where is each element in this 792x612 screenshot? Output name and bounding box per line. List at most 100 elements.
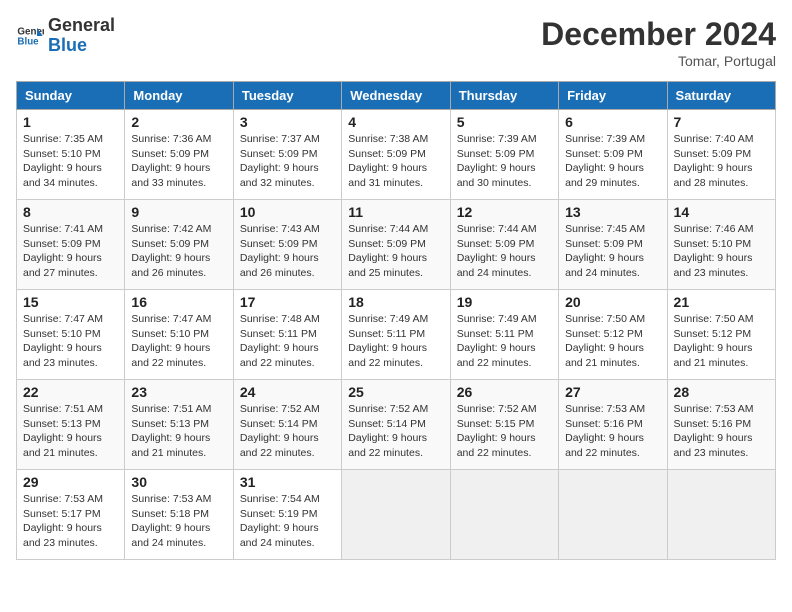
day-info: Sunrise: 7:49 AM Sunset: 5:11 PM Dayligh… <box>457 312 552 371</box>
sunrise-label: Sunrise: 7:39 AM <box>565 133 645 145</box>
sunset-label: Sunset: 5:09 PM <box>23 238 101 250</box>
sunrise-label: Sunrise: 7:53 AM <box>674 403 754 415</box>
sunset-label: Sunset: 5:18 PM <box>131 508 209 520</box>
week-row-4: 22 Sunrise: 7:51 AM Sunset: 5:13 PM Dayl… <box>17 380 776 470</box>
logo-icon: General Blue <box>16 22 44 50</box>
day-cell-6: 6 Sunrise: 7:39 AM Sunset: 5:09 PM Dayli… <box>559 110 667 200</box>
sunset-label: Sunset: 5:09 PM <box>348 148 426 160</box>
daylight-label: Daylight: 9 hours and 24 minutes. <box>131 522 210 549</box>
daylight-label: Daylight: 9 hours and 22 minutes. <box>131 342 210 369</box>
sunset-label: Sunset: 5:14 PM <box>240 418 318 430</box>
sunrise-label: Sunrise: 7:41 AM <box>23 223 103 235</box>
day-number: 9 <box>131 204 226 220</box>
daylight-label: Daylight: 9 hours and 21 minutes. <box>565 342 644 369</box>
day-number: 14 <box>674 204 769 220</box>
day-info: Sunrise: 7:38 AM Sunset: 5:09 PM Dayligh… <box>348 132 443 191</box>
day-info: Sunrise: 7:42 AM Sunset: 5:09 PM Dayligh… <box>131 222 226 281</box>
day-number: 27 <box>565 384 660 400</box>
day-cell-21: 21 Sunrise: 7:50 AM Sunset: 5:12 PM Dayl… <box>667 290 775 380</box>
day-cell-11: 11 Sunrise: 7:44 AM Sunset: 5:09 PM Dayl… <box>342 200 450 290</box>
day-number: 17 <box>240 294 335 310</box>
daylight-label: Daylight: 9 hours and 22 minutes. <box>457 432 536 459</box>
day-number: 21 <box>674 294 769 310</box>
day-info: Sunrise: 7:53 AM Sunset: 5:16 PM Dayligh… <box>674 402 769 461</box>
day-info: Sunrise: 7:43 AM Sunset: 5:09 PM Dayligh… <box>240 222 335 281</box>
day-cell-16: 16 Sunrise: 7:47 AM Sunset: 5:10 PM Dayl… <box>125 290 233 380</box>
day-cell-4: 4 Sunrise: 7:38 AM Sunset: 5:09 PM Dayli… <box>342 110 450 200</box>
week-row-5: 29 Sunrise: 7:53 AM Sunset: 5:17 PM Dayl… <box>17 470 776 560</box>
sunset-label: Sunset: 5:10 PM <box>23 148 101 160</box>
day-info: Sunrise: 7:46 AM Sunset: 5:10 PM Dayligh… <box>674 222 769 281</box>
day-info: Sunrise: 7:41 AM Sunset: 5:09 PM Dayligh… <box>23 222 118 281</box>
sunrise-label: Sunrise: 7:54 AM <box>240 493 320 505</box>
day-cell-28: 28 Sunrise: 7:53 AM Sunset: 5:16 PM Dayl… <box>667 380 775 470</box>
daylight-label: Daylight: 9 hours and 22 minutes. <box>240 432 319 459</box>
daylight-label: Daylight: 9 hours and 23 minutes. <box>674 252 753 279</box>
day-cell-25: 25 Sunrise: 7:52 AM Sunset: 5:14 PM Dayl… <box>342 380 450 470</box>
sunset-label: Sunset: 5:16 PM <box>565 418 643 430</box>
sunrise-label: Sunrise: 7:42 AM <box>131 223 211 235</box>
sunrise-label: Sunrise: 7:38 AM <box>348 133 428 145</box>
day-info: Sunrise: 7:49 AM Sunset: 5:11 PM Dayligh… <box>348 312 443 371</box>
sunrise-label: Sunrise: 7:39 AM <box>457 133 537 145</box>
day-cell-2: 2 Sunrise: 7:36 AM Sunset: 5:09 PM Dayli… <box>125 110 233 200</box>
logo-blue: Blue <box>48 36 115 56</box>
day-cell-5: 5 Sunrise: 7:39 AM Sunset: 5:09 PM Dayli… <box>450 110 558 200</box>
weekday-header-row: SundayMondayTuesdayWednesdayThursdayFrid… <box>17 82 776 110</box>
week-row-1: 1 Sunrise: 7:35 AM Sunset: 5:10 PM Dayli… <box>17 110 776 200</box>
weekday-tuesday: Tuesday <box>233 82 341 110</box>
day-number: 30 <box>131 474 226 490</box>
sunrise-label: Sunrise: 7:53 AM <box>565 403 645 415</box>
daylight-label: Daylight: 9 hours and 22 minutes. <box>348 432 427 459</box>
sunset-label: Sunset: 5:09 PM <box>240 148 318 160</box>
daylight-label: Daylight: 9 hours and 26 minutes. <box>131 252 210 279</box>
sunset-label: Sunset: 5:10 PM <box>131 328 209 340</box>
daylight-label: Daylight: 9 hours and 28 minutes. <box>674 162 753 189</box>
calendar: SundayMondayTuesdayWednesdayThursdayFrid… <box>16 81 776 560</box>
sunrise-label: Sunrise: 7:53 AM <box>23 493 103 505</box>
day-number: 26 <box>457 384 552 400</box>
day-cell-20: 20 Sunrise: 7:50 AM Sunset: 5:12 PM Dayl… <box>559 290 667 380</box>
sunset-label: Sunset: 5:12 PM <box>674 328 752 340</box>
sunset-label: Sunset: 5:11 PM <box>240 328 317 340</box>
day-cell-8: 8 Sunrise: 7:41 AM Sunset: 5:09 PM Dayli… <box>17 200 125 290</box>
day-info: Sunrise: 7:54 AM Sunset: 5:19 PM Dayligh… <box>240 492 335 551</box>
day-number: 8 <box>23 204 118 220</box>
empty-cell <box>450 470 558 560</box>
sunset-label: Sunset: 5:13 PM <box>131 418 209 430</box>
title-section: December 2024 Tomar, Portugal <box>541 16 776 69</box>
sunrise-label: Sunrise: 7:44 AM <box>348 223 428 235</box>
day-number: 4 <box>348 114 443 130</box>
sunset-label: Sunset: 5:13 PM <box>23 418 101 430</box>
week-row-2: 8 Sunrise: 7:41 AM Sunset: 5:09 PM Dayli… <box>17 200 776 290</box>
day-number: 6 <box>565 114 660 130</box>
daylight-label: Daylight: 9 hours and 31 minutes. <box>348 162 427 189</box>
day-info: Sunrise: 7:44 AM Sunset: 5:09 PM Dayligh… <box>348 222 443 281</box>
sunset-label: Sunset: 5:09 PM <box>565 238 643 250</box>
weekday-friday: Friday <box>559 82 667 110</box>
sunset-label: Sunset: 5:16 PM <box>674 418 752 430</box>
sunset-label: Sunset: 5:11 PM <box>348 328 425 340</box>
day-info: Sunrise: 7:48 AM Sunset: 5:11 PM Dayligh… <box>240 312 335 371</box>
daylight-label: Daylight: 9 hours and 22 minutes. <box>565 432 644 459</box>
day-cell-23: 23 Sunrise: 7:51 AM Sunset: 5:13 PM Dayl… <box>125 380 233 470</box>
sunset-label: Sunset: 5:09 PM <box>674 148 752 160</box>
day-number: 28 <box>674 384 769 400</box>
day-info: Sunrise: 7:53 AM Sunset: 5:18 PM Dayligh… <box>131 492 226 551</box>
sunrise-label: Sunrise: 7:51 AM <box>131 403 211 415</box>
sunset-label: Sunset: 5:14 PM <box>348 418 426 430</box>
day-info: Sunrise: 7:52 AM Sunset: 5:15 PM Dayligh… <box>457 402 552 461</box>
day-info: Sunrise: 7:45 AM Sunset: 5:09 PM Dayligh… <box>565 222 660 281</box>
sunrise-label: Sunrise: 7:50 AM <box>674 313 754 325</box>
sunrise-label: Sunrise: 7:53 AM <box>131 493 211 505</box>
sunrise-label: Sunrise: 7:40 AM <box>674 133 754 145</box>
day-cell-13: 13 Sunrise: 7:45 AM Sunset: 5:09 PM Dayl… <box>559 200 667 290</box>
day-number: 15 <box>23 294 118 310</box>
day-cell-1: 1 Sunrise: 7:35 AM Sunset: 5:10 PM Dayli… <box>17 110 125 200</box>
daylight-label: Daylight: 9 hours and 27 minutes. <box>23 252 102 279</box>
day-number: 13 <box>565 204 660 220</box>
day-cell-29: 29 Sunrise: 7:53 AM Sunset: 5:17 PM Dayl… <box>17 470 125 560</box>
sunset-label: Sunset: 5:10 PM <box>674 238 752 250</box>
sunrise-label: Sunrise: 7:43 AM <box>240 223 320 235</box>
day-cell-22: 22 Sunrise: 7:51 AM Sunset: 5:13 PM Dayl… <box>17 380 125 470</box>
